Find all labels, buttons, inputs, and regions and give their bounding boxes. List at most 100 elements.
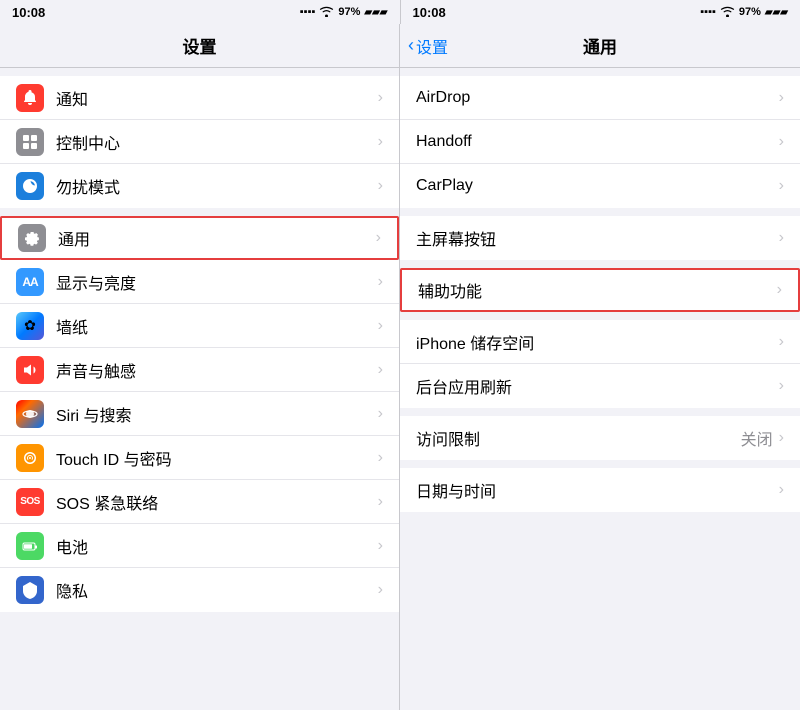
control-center-chevron: › — [378, 133, 383, 151]
restrictions-chevron: › — [779, 429, 784, 447]
carplay-label: CarPlay — [416, 177, 779, 195]
right-nav-header: ‹ 设置 通用 — [400, 24, 800, 68]
left-status-time: 10:08 — [12, 5, 45, 20]
right-group-2: 主屏幕按钮 › — [400, 216, 800, 260]
settings-row-touchid[interactable]: Touch ID 与密码 › — [0, 436, 399, 480]
sos-label: SOS 紧急联络 — [56, 490, 378, 514]
control-center-icon — [16, 128, 44, 156]
notifications-chevron: › — [378, 89, 383, 107]
right-wifi-icon — [720, 5, 735, 20]
privacy-label: 隐私 — [56, 578, 378, 602]
display-icon: AA — [16, 268, 44, 296]
left-battery-icon: ▰▰▰ — [364, 7, 387, 18]
handoff-chevron: › — [779, 133, 784, 151]
settings-row-datetime[interactable]: 日期与时间 › — [400, 468, 800, 512]
settings-row-wallpaper[interactable]: ✿ 墙纸 › — [0, 304, 399, 348]
left-panel: 设置 通知 › 控制中心 › — [0, 24, 400, 710]
right-signal-icon: ▪▪▪▪ — [700, 6, 716, 18]
back-button[interactable]: ‹ 设置 — [408, 34, 448, 58]
settings-row-restrictions[interactable]: 访问限制 关闭 › — [400, 416, 800, 460]
accessibility-chevron: › — [777, 281, 782, 299]
dnd-icon — [16, 172, 44, 200]
settings-row-handoff[interactable]: Handoff › — [400, 120, 800, 164]
right-group-4: iPhone 储存空间 › 后台应用刷新 › — [400, 320, 800, 408]
display-chevron: › — [378, 273, 383, 291]
settings-row-privacy[interactable]: 隐私 › — [0, 568, 399, 612]
home-button-label: 主屏幕按钮 — [416, 226, 779, 250]
settings-row-notifications[interactable]: 通知 › — [0, 76, 399, 120]
settings-row-battery[interactable]: 电池 › — [0, 524, 399, 568]
settings-row-control-center[interactable]: 控制中心 › — [0, 120, 399, 164]
touchid-chevron: › — [378, 449, 383, 467]
right-group-5: 访问限制 关闭 › — [400, 416, 800, 460]
left-signal-icon: ▪▪▪▪ — [300, 6, 316, 18]
right-panel-content: AirDrop › Handoff › CarPlay › 主屏幕按钮 › — [400, 68, 800, 710]
right-group-3: 辅助功能 › — [400, 268, 800, 312]
settings-row-sos[interactable]: SOS SOS 紧急联络 › — [0, 480, 399, 524]
settings-row-general[interactable]: 通用 › — [0, 216, 399, 260]
general-label: 通用 — [58, 226, 376, 250]
privacy-chevron: › — [378, 581, 383, 599]
notifications-icon — [16, 84, 44, 112]
settings-group-1: 通知 › 控制中心 › 勿扰模式 › — [0, 76, 399, 208]
left-nav-header: 设置 — [0, 24, 399, 68]
right-battery-icon: ▰▰▰ — [765, 7, 788, 18]
right-group-1: AirDrop › Handoff › CarPlay › — [400, 76, 800, 208]
background-refresh-chevron: › — [779, 377, 784, 395]
touchid-label: Touch ID 与密码 — [56, 446, 378, 470]
control-center-label: 控制中心 — [56, 130, 378, 154]
background-refresh-label: 后台应用刷新 — [416, 374, 779, 398]
settings-row-dnd[interactable]: 勿扰模式 › — [0, 164, 399, 208]
right-status-time: 10:08 — [413, 5, 446, 20]
right-panel: ‹ 设置 通用 AirDrop › Handoff › CarPlay › — [400, 24, 800, 710]
settings-row-background-refresh[interactable]: 后台应用刷新 › — [400, 364, 800, 408]
dnd-label: 勿扰模式 — [56, 174, 378, 198]
storage-chevron: › — [779, 333, 784, 351]
wallpaper-label: 墙纸 — [56, 314, 378, 338]
settings-row-carplay[interactable]: CarPlay › — [400, 164, 800, 208]
general-chevron: › — [376, 229, 381, 247]
settings-row-siri[interactable]: Siri 与搜索 › — [0, 392, 399, 436]
restrictions-value: 关闭 — [741, 426, 773, 450]
storage-label: iPhone 储存空间 — [416, 330, 779, 354]
wallpaper-icon: ✿ — [16, 312, 44, 340]
airdrop-chevron: › — [779, 89, 784, 107]
left-panel-content: 通知 › 控制中心 › 勿扰模式 › — [0, 68, 399, 710]
back-label: 设置 — [416, 34, 448, 58]
siri-label: Siri 与搜索 — [56, 402, 378, 426]
settings-row-accessibility[interactable]: 辅助功能 › — [400, 268, 800, 312]
datetime-label: 日期与时间 — [416, 478, 779, 502]
notifications-label: 通知 — [56, 86, 378, 110]
carplay-chevron: › — [779, 177, 784, 195]
settings-row-home-button[interactable]: 主屏幕按钮 › — [400, 216, 800, 260]
sound-chevron: › — [378, 361, 383, 379]
settings-row-sound[interactable]: 声音与触感 › — [0, 348, 399, 392]
handoff-label: Handoff — [416, 133, 779, 151]
touchid-icon — [16, 444, 44, 472]
general-icon — [18, 224, 46, 252]
settings-group-2: 通用 › AA 显示与亮度 › ✿ 墙纸 › 声音与触感 — [0, 216, 399, 612]
battery-icon — [16, 532, 44, 560]
wallpaper-chevron: › — [378, 317, 383, 335]
airdrop-label: AirDrop — [416, 89, 779, 107]
privacy-icon — [16, 576, 44, 604]
left-nav-title: 设置 — [183, 33, 217, 58]
dnd-chevron: › — [378, 177, 383, 195]
right-battery: 97% — [739, 6, 761, 18]
right-nav-title: 通用 — [583, 33, 617, 58]
battery-label: 电池 — [56, 534, 378, 558]
left-battery: 97% — [338, 6, 360, 18]
display-label: 显示与亮度 — [56, 270, 378, 294]
sos-icon: SOS — [16, 488, 44, 516]
siri-icon — [16, 400, 44, 428]
sound-label: 声音与触感 — [56, 358, 378, 382]
settings-row-storage[interactable]: iPhone 储存空间 › — [400, 320, 800, 364]
siri-chevron: › — [378, 405, 383, 423]
sound-icon — [16, 356, 44, 384]
settings-row-airdrop[interactable]: AirDrop › — [400, 76, 800, 120]
sos-chevron: › — [378, 493, 383, 511]
restrictions-label: 访问限制 — [416, 426, 741, 450]
battery-chevron: › — [378, 537, 383, 555]
settings-row-display[interactable]: AA 显示与亮度 › — [0, 260, 399, 304]
back-chevron-icon: ‹ — [408, 36, 414, 54]
